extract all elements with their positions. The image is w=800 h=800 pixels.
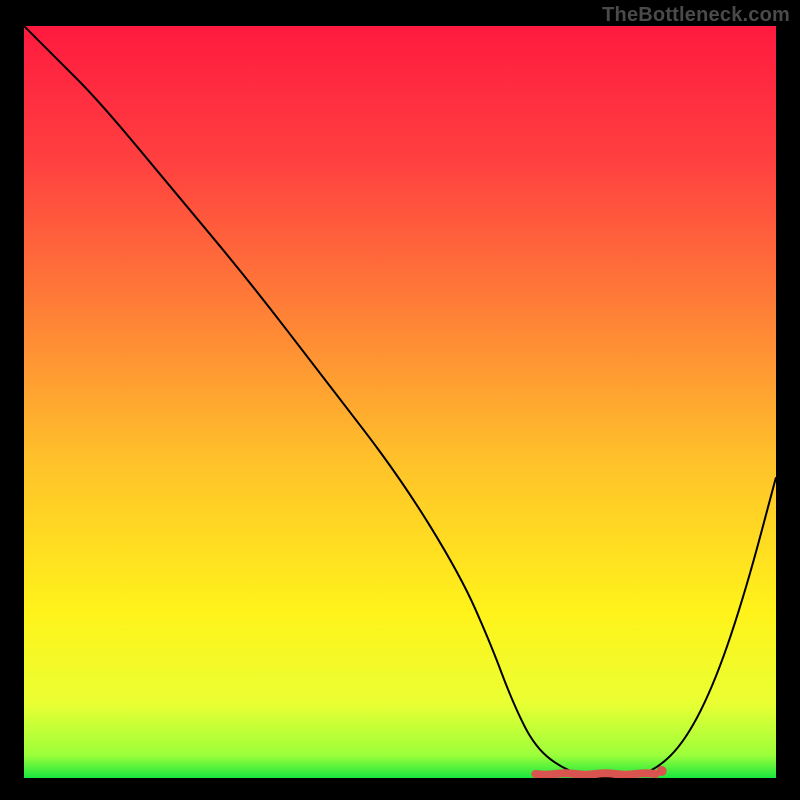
flat-region-end-dot	[657, 766, 667, 776]
gradient-background	[24, 26, 776, 778]
chart-svg	[24, 26, 776, 778]
watermark-text: TheBottleneck.com	[602, 4, 790, 27]
plot-area	[24, 26, 776, 778]
flat-region-marker	[535, 773, 655, 775]
chart-stage: TheBottleneck.com	[0, 0, 800, 800]
